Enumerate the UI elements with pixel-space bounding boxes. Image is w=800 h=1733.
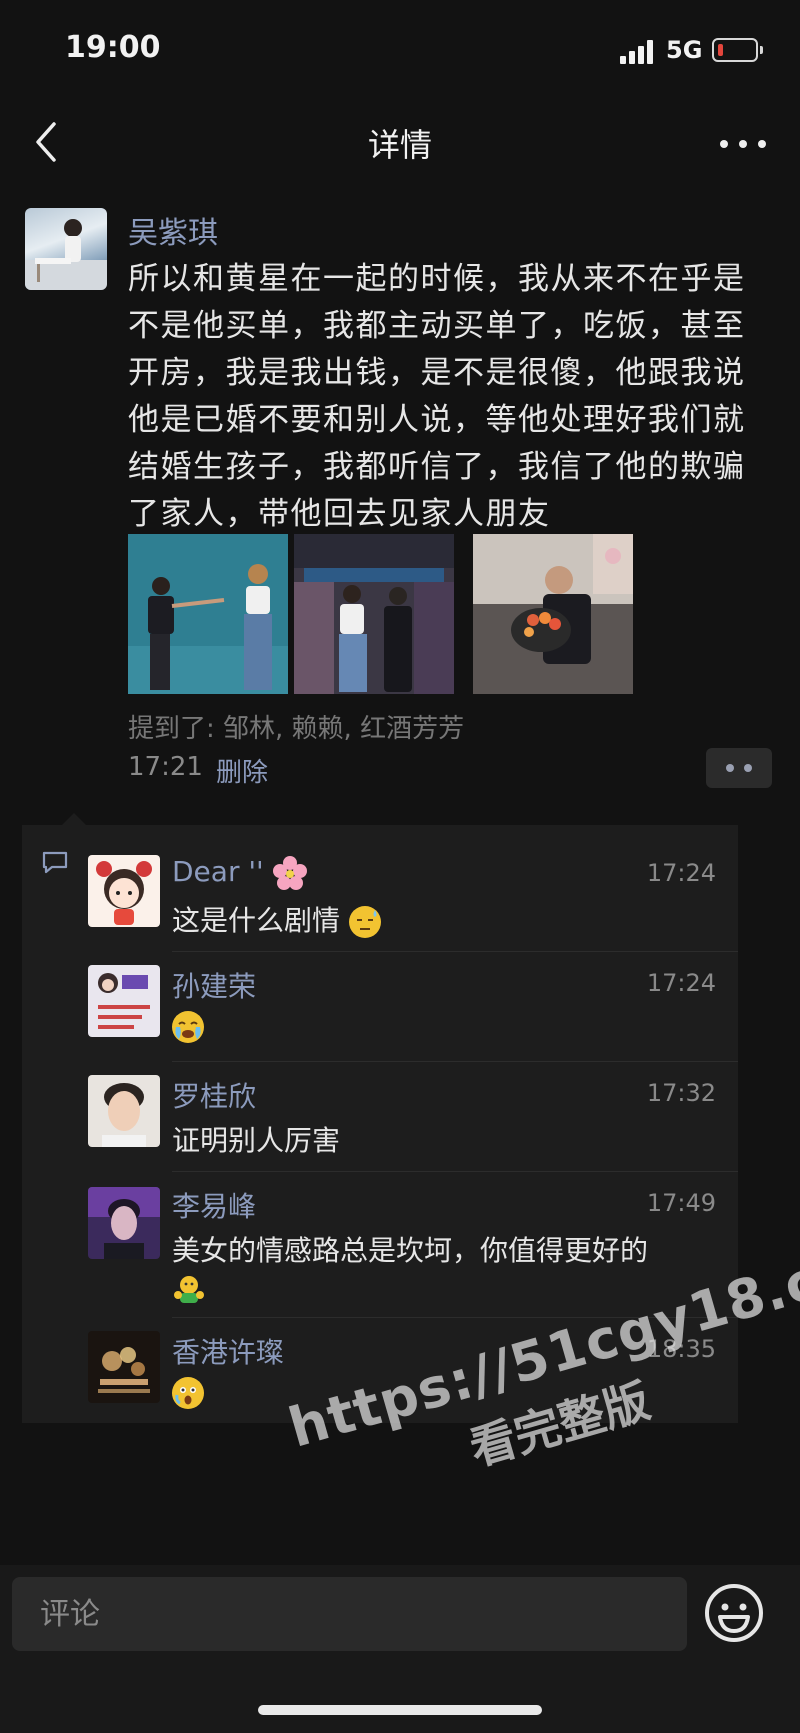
smiley-icon: [705, 1584, 763, 1642]
sweat-face-icon: [348, 906, 381, 938]
post-photo-2[interactable]: [294, 534, 454, 694]
commenter-avatar[interactable]: [88, 1187, 160, 1259]
post-author-name[interactable]: 吴紫琪: [128, 208, 218, 252]
comment-item[interactable]: 罗桂欣 17:32 证明别人厉害: [22, 1061, 738, 1171]
battery-cap: [760, 46, 763, 54]
strong-arm-icon: [174, 1276, 204, 1303]
battery-icon: [712, 38, 758, 62]
commenter-avatar[interactable]: [88, 965, 160, 1037]
astonished-face-icon: [172, 1377, 204, 1409]
commenter-avatar[interactable]: [88, 855, 160, 927]
commenter-name[interactable]: Dear '': [172, 855, 307, 890]
network-label: 5G: [666, 36, 703, 64]
avatar-photo: [25, 219, 107, 290]
comment-time: 17:24: [646, 859, 716, 887]
post-photo-1[interactable]: [128, 534, 288, 694]
comment-time: 17:24: [646, 969, 716, 997]
nav-bar: 详情: [0, 100, 800, 185]
comment-text: [172, 1009, 204, 1043]
photo-image: [473, 534, 633, 694]
avatar-image: [88, 1187, 160, 1259]
comment-time: 17:49: [646, 1189, 716, 1217]
status-bar: 19:00 5G: [0, 0, 800, 100]
more-dot-icon: [720, 140, 728, 148]
crying-face-icon: [172, 1011, 204, 1043]
author-avatar[interactable]: [25, 208, 107, 290]
commenter-avatar[interactable]: [88, 1331, 160, 1403]
avatar-image: [88, 855, 160, 927]
photo-image: [294, 534, 454, 694]
comments-pointer: [62, 813, 86, 825]
action-dot-icon: [726, 764, 734, 772]
comment-text: 证明别人厉害: [172, 1124, 341, 1157]
avatar-image: [88, 1075, 160, 1147]
comment-bar: [0, 1565, 800, 1733]
signal-icon: [620, 40, 654, 64]
comment-input[interactable]: [12, 1577, 687, 1651]
status-time: 19:00: [65, 30, 161, 65]
more-dot-icon: [739, 140, 747, 148]
post-text: 所以和黄星在一起的时候，我从来不在乎是不是他买单，我都主动买单了，吃饭，甚至开房…: [128, 261, 746, 532]
commenter-name[interactable]: 香港许璨: [172, 1331, 284, 1371]
comment-text: 美女的情感路总是坎坷，你值得更好的: [172, 1234, 649, 1267]
post-time: 17:21: [128, 752, 203, 782]
comment-item[interactable]: Dear '' 17:24 这是什么剧情: [22, 839, 738, 949]
delete-button[interactable]: 删除: [216, 752, 268, 789]
comment-text: [172, 1375, 204, 1409]
comment-text: 这是什么剧情: [172, 899, 381, 939]
comment-time: 17:32: [646, 1079, 716, 1107]
commenter-name[interactable]: 罗桂欣: [172, 1075, 256, 1115]
comment-item[interactable]: 李易峰 17:49 美女的情感路总是坎坷，你值得更好的: [22, 1171, 738, 1317]
post-photo-3[interactable]: [473, 534, 633, 694]
mention-list[interactable]: 提到了: 邹林, 赖赖, 红酒芳芳: [128, 708, 464, 745]
page-title: 详情: [367, 126, 432, 164]
comment-emoji-line: [172, 1273, 206, 1311]
commenter-name[interactable]: 李易峰: [172, 1185, 256, 1225]
action-dot-icon: [744, 764, 752, 772]
more-dot-icon: [758, 140, 766, 148]
avatar-image: [88, 965, 160, 1037]
more-options-button[interactable]: [718, 130, 768, 156]
like-comment-action-button[interactable]: [706, 748, 772, 788]
avatar-image: [88, 1331, 160, 1403]
emoji-button[interactable]: [702, 1581, 766, 1645]
commenter-avatar[interactable]: [88, 1075, 160, 1147]
home-indicator: [258, 1705, 542, 1715]
commenter-name[interactable]: 孙建荣: [172, 965, 256, 1005]
comment-text-content: 这是什么剧情: [172, 904, 341, 937]
photo-image: [128, 534, 288, 694]
cherry-blossom-icon: [272, 856, 307, 890]
commenter-name-text: Dear '': [172, 855, 264, 888]
comment-item[interactable]: 孙建荣 17:24: [22, 951, 738, 1061]
